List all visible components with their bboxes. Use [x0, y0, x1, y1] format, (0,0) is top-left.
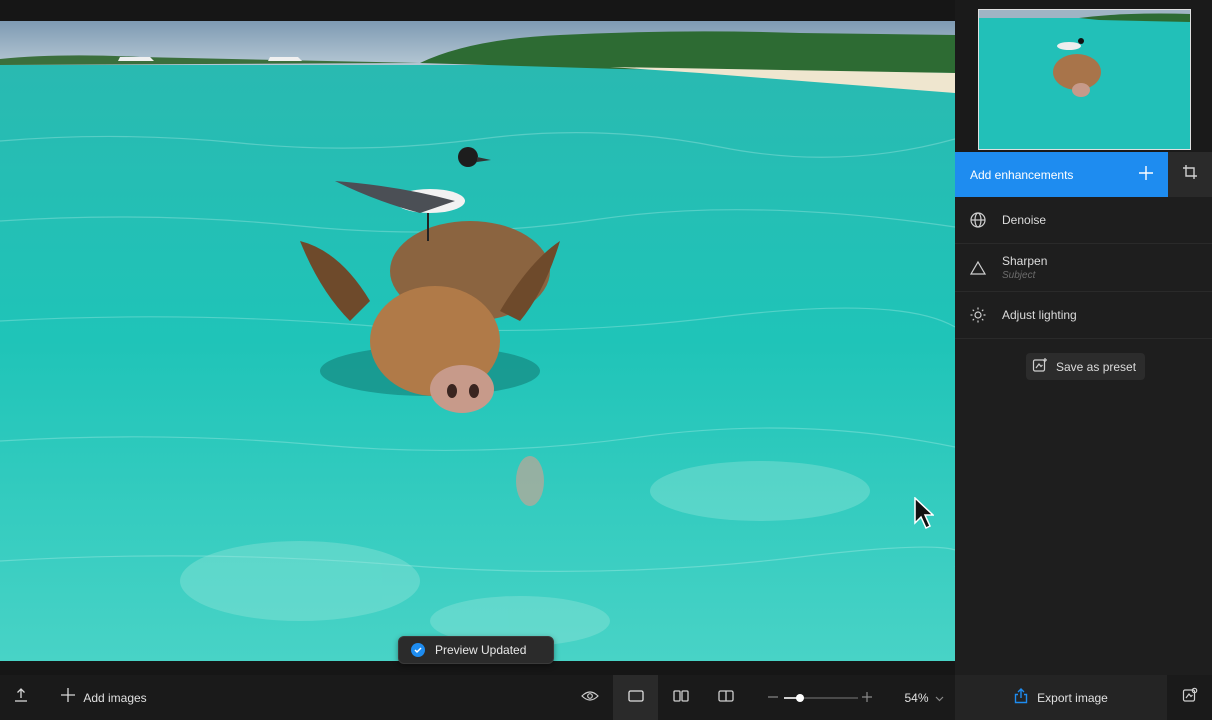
eye-icon [581, 689, 599, 707]
zoom-out-button[interactable] [764, 675, 782, 720]
sharpen-triangle-icon [969, 259, 987, 277]
add-enhancements-label: Add enhancements [970, 167, 1074, 182]
single-view-icon [627, 689, 644, 707]
add-enhancements-button[interactable]: Add enhancements [955, 152, 1168, 197]
side-by-side-icon [673, 689, 689, 707]
thumbnail-area [955, 0, 1212, 152]
zoom-level-dropdown[interactable]: 54% [896, 675, 952, 720]
image-canvas[interactable] [0, 21, 955, 661]
enhancement-adjust-lighting[interactable]: Adjust lighting [955, 292, 1212, 339]
enhancements-panel: Add enhancements Denoise Sharpen Subject… [955, 0, 1212, 675]
single-view-button[interactable] [613, 675, 658, 720]
enhancement-denoise[interactable]: Denoise [955, 197, 1212, 244]
export-settings-icon [1182, 687, 1198, 708]
crop-icon [1182, 164, 1198, 185]
plus-icon [61, 688, 76, 707]
add-images-label: Add images [83, 690, 147, 705]
export-settings-button[interactable] [1167, 675, 1212, 720]
bottom-toolbar: Add images 54% Export image [0, 675, 1212, 720]
export-share-icon [1014, 688, 1028, 707]
upload-button[interactable] [8, 675, 34, 720]
preview-toggle-button[interactable] [572, 675, 608, 720]
enhancement-label: Adjust lighting [1002, 308, 1077, 322]
zoom-in-button[interactable] [858, 675, 876, 720]
side-by-side-view-button[interactable] [660, 675, 702, 720]
add-images-button[interactable]: Add images [56, 675, 152, 720]
save-preset-label: Save as preset [1056, 359, 1137, 374]
enhancement-label: Sharpen [1002, 254, 1048, 268]
plus-icon [1139, 166, 1153, 183]
chevron-down-icon [935, 689, 944, 707]
top-strip [0, 0, 955, 21]
save-as-preset-button[interactable]: Save as preset [1026, 353, 1145, 380]
export-image-button[interactable]: Export image [955, 675, 1167, 720]
export-image-label: Export image [1037, 690, 1108, 705]
enhancement-sharpen[interactable]: Sharpen Subject [955, 244, 1212, 292]
preview-updated-toast: Preview Updated [398, 636, 554, 664]
split-view-button[interactable] [705, 675, 747, 720]
mouse-cursor-icon [914, 496, 935, 536]
lighting-sun-icon [969, 306, 987, 324]
enhancement-sublabel: Subject [1002, 270, 1036, 281]
plus-icon [862, 689, 872, 707]
toast-text: Preview Updated [435, 643, 527, 657]
image-thumbnail[interactable] [978, 9, 1191, 150]
minus-icon [768, 689, 778, 707]
upload-icon [13, 687, 29, 708]
enhancement-list: Denoise Sharpen Subject Adjust lighting [955, 197, 1212, 339]
app-window: Preview Updated Add enhancements Denoise… [0, 0, 1212, 720]
enhancement-label: Denoise [1002, 213, 1047, 227]
zoom-level-value: 54% [904, 690, 929, 705]
photo-preview [0, 21, 955, 661]
split-view-icon [718, 689, 734, 707]
check-circle-icon [411, 643, 425, 657]
denoise-globe-icon [969, 211, 987, 229]
crop-button[interactable] [1168, 152, 1212, 197]
preset-icon [1032, 357, 1048, 376]
zoom-slider-handle[interactable] [796, 694, 804, 702]
